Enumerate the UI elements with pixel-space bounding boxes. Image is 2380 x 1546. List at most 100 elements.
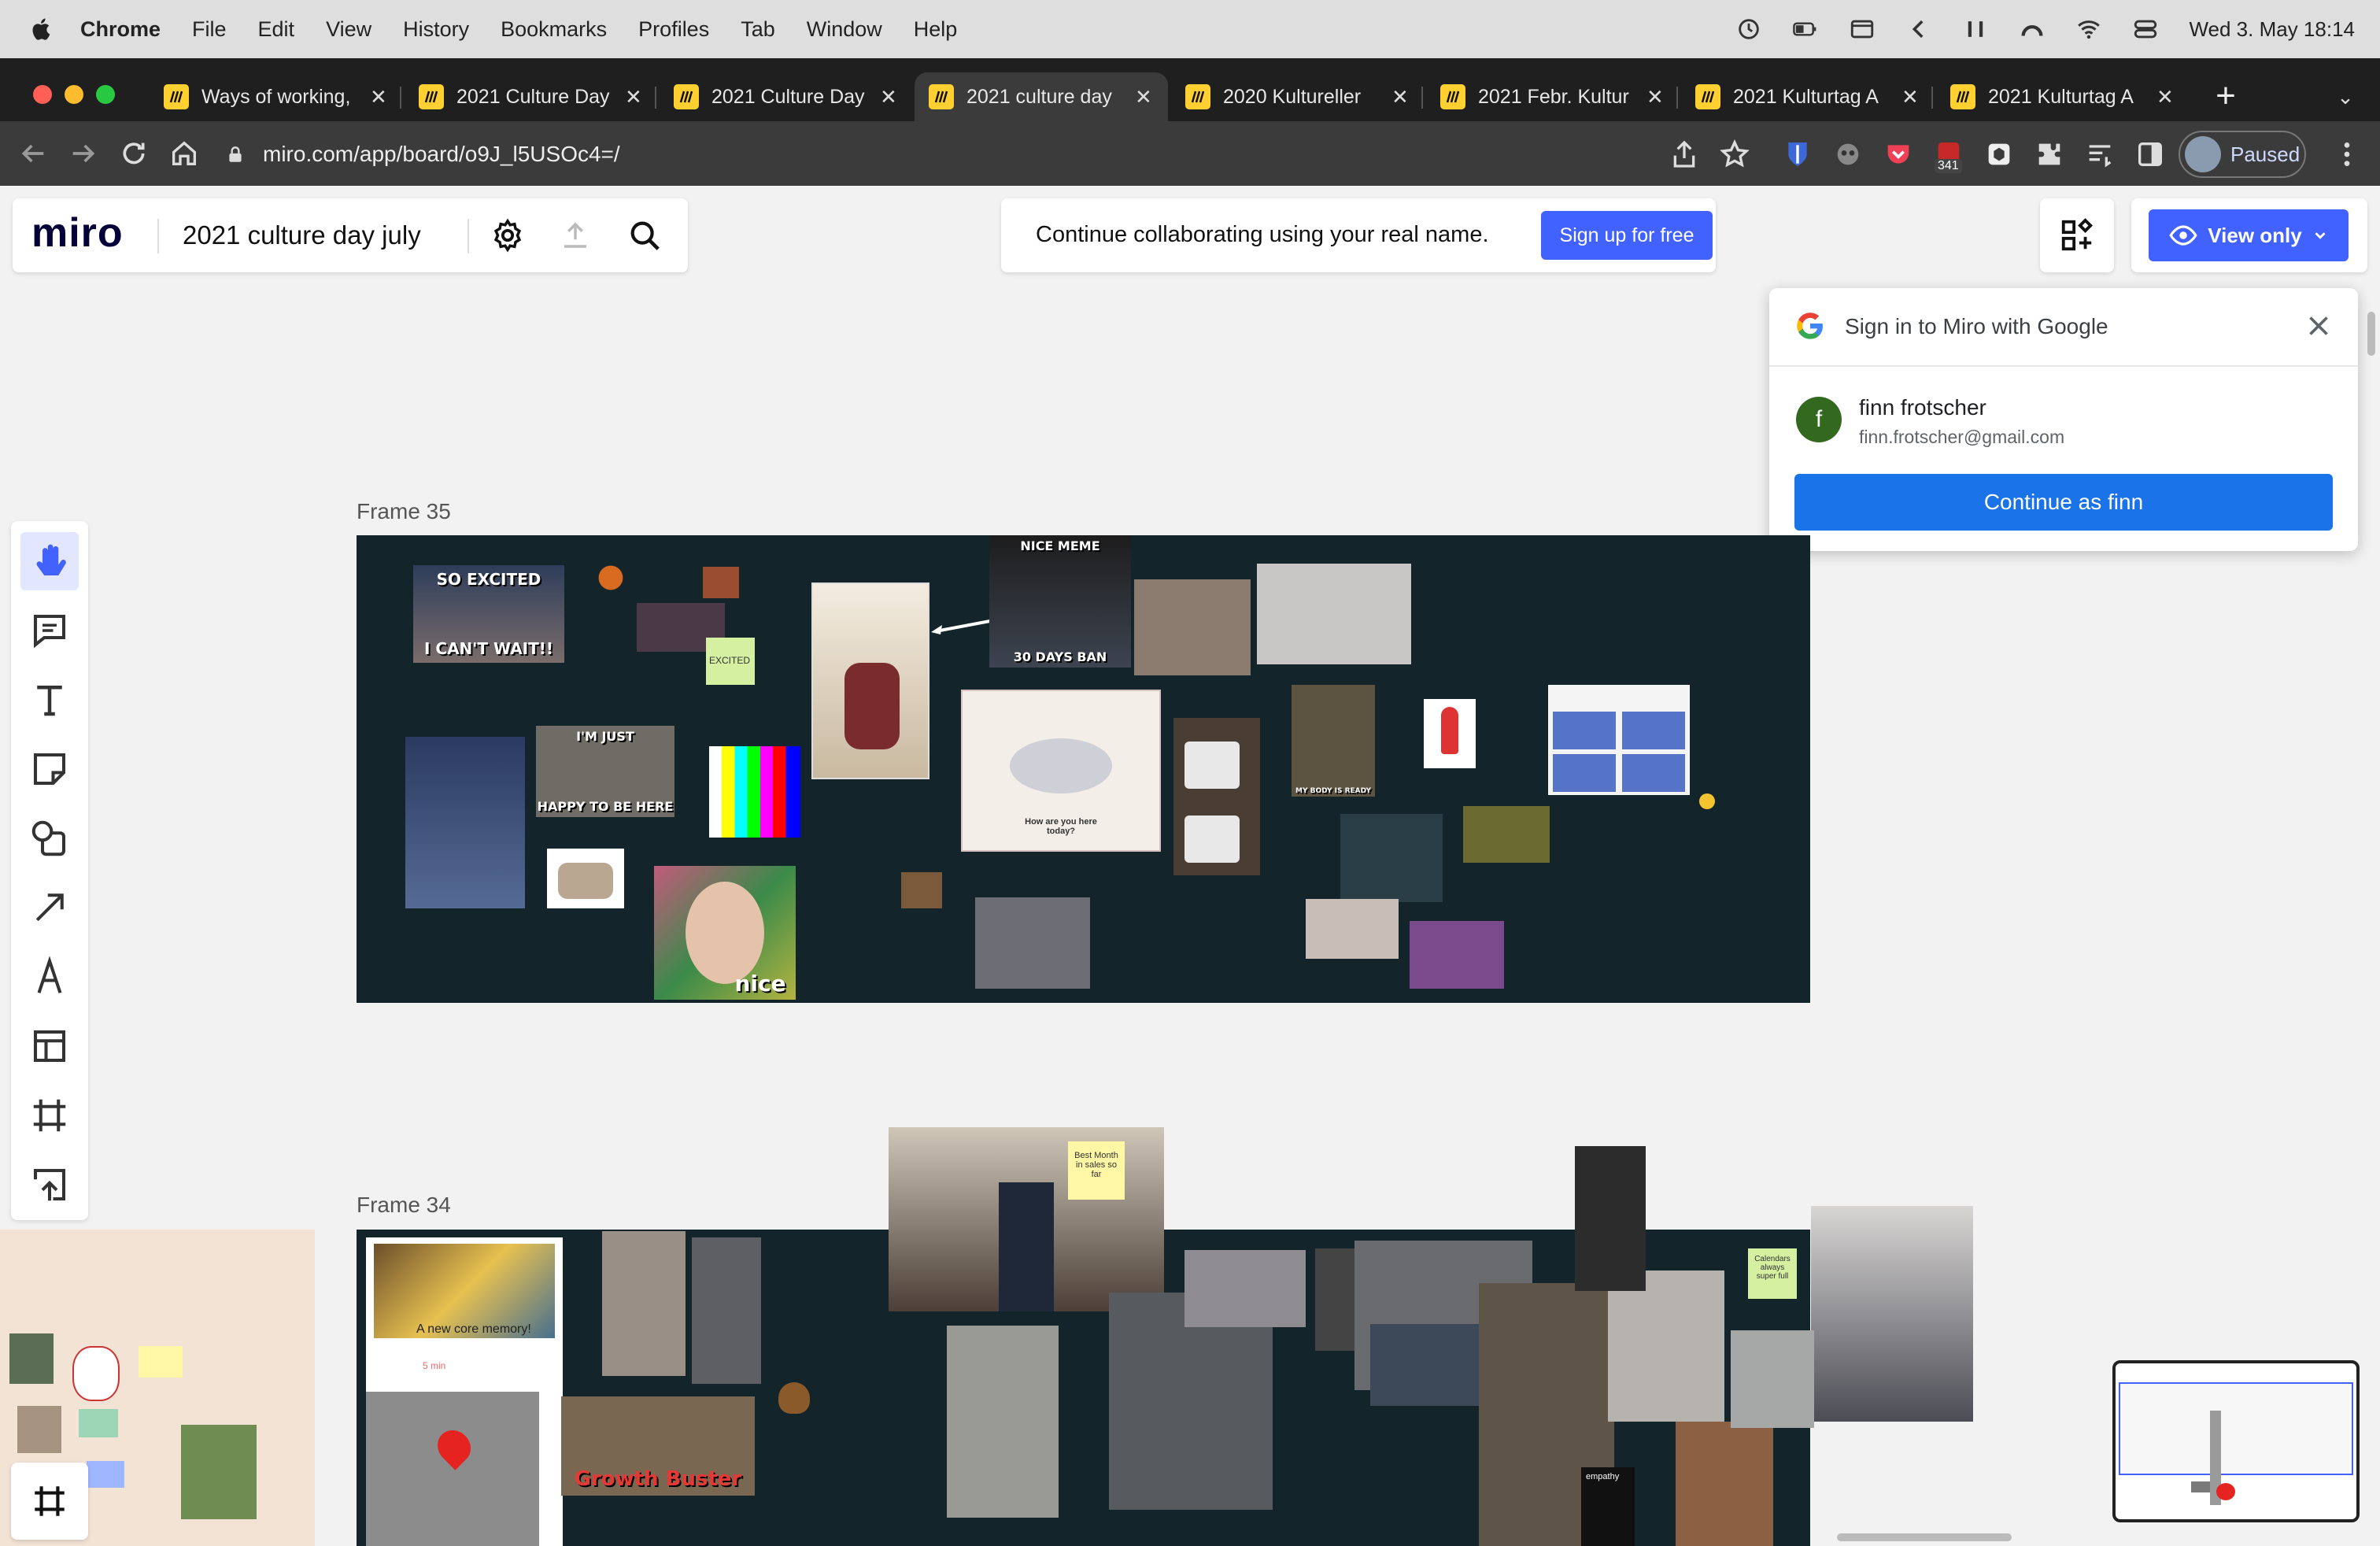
address-bar[interactable]: miro.com/app/board/o9J_l5USOc4=/ [213,131,1755,178]
url-text[interactable]: miro.com/app/board/o9J_l5USOc4=/ [263,142,620,167]
meme-growth-buster[interactable]: Growth Buster [561,1396,755,1496]
profile-paused-button[interactable]: Paused [2179,131,2306,178]
photo-man-glasses[interactable] [692,1237,761,1384]
photo-man-stretching[interactable] [947,1326,1059,1518]
home-icon[interactable] [168,138,200,169]
view-only-button[interactable]: View only [2149,209,2349,261]
board-name[interactable]: 2021 culture day july [183,220,421,250]
photo-office-window[interactable] [1608,1270,1724,1422]
video-merkel[interactable] [1370,1324,1479,1406]
browser-tab[interactable]: 2021 Culture Day ✕ [405,72,656,121]
photo-dog[interactable] [975,897,1090,989]
photo-team-call[interactable] [1184,1250,1306,1327]
photo-man-can[interactable] [405,737,525,908]
miro-logo[interactable]: miro [31,209,124,257]
sticker-rocket[interactable] [1424,699,1476,768]
tab-search-chevron-icon[interactable]: ⌄ [2330,72,2361,121]
extension-badge-icon[interactable]: 341 [1933,139,1964,173]
sticker-small[interactable] [703,567,739,598]
menu-view[interactable]: View [326,17,371,42]
menu-app-name[interactable]: Chrome [80,17,161,42]
time-machine-icon[interactable] [1735,16,1762,43]
extension-mask-icon[interactable] [1832,139,1864,170]
close-icon[interactable] [2304,312,2333,340]
photo-mugs[interactable] [1173,718,1260,875]
menu-bookmarks[interactable]: Bookmarks [501,17,607,42]
lock-icon[interactable] [225,144,246,165]
templates-icon[interactable] [28,1025,71,1067]
test-pattern-image[interactable] [709,746,800,838]
apple-icon[interactable] [28,16,55,43]
menu-tab[interactable]: Tab [741,17,775,42]
photo-call-grid[interactable] [1731,1330,1814,1428]
sticky-note-icon[interactable] [28,748,71,790]
emoji-poop[interactable] [778,1382,810,1414]
sticky-note-excited[interactable]: EXCITED [706,638,755,685]
extension-hex-icon[interactable] [1983,139,2015,170]
search-icon[interactable] [626,217,663,253]
forward-arrow-icon[interactable] [68,138,99,169]
control-center-icon[interactable] [2132,16,2159,43]
sticker-goblin[interactable] [1463,806,1550,863]
extensions-puzzle-icon[interactable] [2034,139,2065,170]
upload-icon[interactable] [28,1163,71,1206]
tab-close-icon[interactable]: ✕ [370,85,387,109]
meme-happy-seal[interactable]: I'M JUST HAPPY TO BE HERE [536,726,674,817]
meme-so-excited[interactable]: SO EXCITED I CAN'T WAIT!! [413,565,564,663]
pocket-icon[interactable] [1883,139,1914,170]
menu-edit[interactable]: Edit [258,17,295,42]
note-empathy[interactable]: empathy [1581,1467,1635,1546]
window-close-button[interactable] [33,85,52,104]
sticker-chicken[interactable] [591,556,630,600]
emoji-sleepy[interactable] [1699,793,1715,809]
airpods-icon[interactable] [1962,16,1989,43]
apps-button[interactable] [2040,198,2114,272]
window-icon[interactable] [1849,16,1876,43]
pen-icon[interactable] [28,956,71,998]
chrome-menu-kebab-icon[interactable] [2331,139,2363,170]
board-minimap[interactable] [2112,1360,2360,1522]
meme-simpsons-alarm[interactable] [1548,685,1690,795]
photo-man-smiling[interactable] [602,1231,686,1376]
hand-icon[interactable] [28,540,71,583]
menubar-clock[interactable]: Wed 3. May 18:14 [2189,17,2355,42]
tab-close-icon[interactable]: ✕ [1646,85,1664,109]
tab-close-icon[interactable]: ✕ [1391,85,1409,109]
frame-34-label[interactable]: Frame 34 [357,1193,451,1218]
browser-tab[interactable]: 2021 Febr. Kultur ✕ [1426,72,1678,121]
window-minimize-button[interactable] [65,85,83,104]
browser-tab[interactable]: 2020 Kultureller ✕ [1171,72,1423,121]
photo-man-sofa[interactable] [1676,1422,1773,1546]
shapes-icon[interactable] [28,817,71,860]
photo-headset-man[interactable] [1134,579,1251,675]
photo-person-floor[interactable] [1811,1206,1973,1422]
frame-35-label[interactable]: Frame 35 [357,499,451,524]
comment-icon[interactable] [28,609,71,652]
battery-icon[interactable] [1792,16,1819,43]
tab-close-icon[interactable]: ✕ [880,85,897,109]
meme-simpsons-hands[interactable] [1410,921,1504,989]
tab-close-icon[interactable]: ✕ [2156,85,2174,109]
browser-tab[interactable]: 2021 Kulturtag A ✕ [1681,72,1933,121]
browser-tab[interactable]: 2021 Culture Day ✕ [660,72,911,121]
meme-core-memory[interactable]: A new core memory! 5 min [366,1237,563,1546]
export-upload-icon[interactable] [559,219,592,252]
frame-tool-icon[interactable] [28,1094,71,1137]
side-panel-icon[interactable] [2134,139,2166,170]
window-zoom-button[interactable] [96,85,115,104]
sign-up-button[interactable]: Sign up for free [1541,211,1713,260]
connection-arrow-icon[interactable] [28,886,71,929]
photo-vintage-girl[interactable] [811,583,929,779]
wifi-icon[interactable] [2075,16,2102,43]
browser-tab[interactable]: 2021 Kulturtag A ✕ [1936,72,2188,121]
meme-nice-man[interactable]: nice [654,866,796,1000]
vpn-icon[interactable] [2019,16,2046,43]
meme-nice-meme[interactable]: NICE MEME 30 DAYS BAN [989,535,1131,668]
frame-35[interactable]: SO EXCITED I CAN'T WAIT!! EXCITED NICE M… [357,535,1810,1003]
bitwarden-shield-icon[interactable] [1782,139,1813,170]
tab-close-icon[interactable]: ✕ [1901,85,1919,109]
photo-wolf-wall-street[interactable]: Best Month in sales so far [889,1127,1164,1311]
menu-file[interactable]: File [192,17,227,42]
pusheen-sticker[interactable] [547,849,624,908]
share-icon[interactable] [1669,139,1700,170]
